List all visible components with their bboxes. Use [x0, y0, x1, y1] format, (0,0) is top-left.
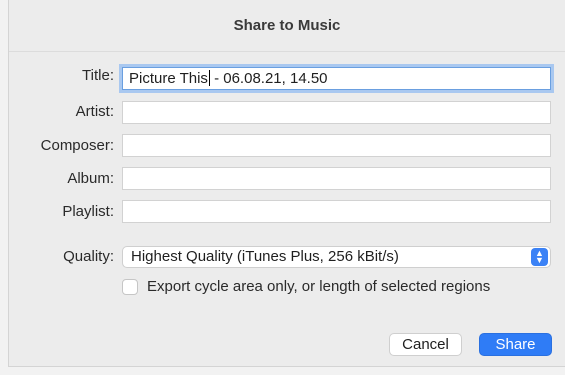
quality-label: Quality:: [63, 248, 114, 265]
export-cycle-checkbox[interactable]: [122, 279, 138, 295]
title-field-text-after: - 06.08.21, 14.50: [209, 70, 328, 87]
title-field-text-before: Picture This: [129, 70, 208, 87]
share-button[interactable]: Share: [479, 333, 552, 356]
playlist-label: Playlist:: [62, 203, 114, 220]
composer-label: Composer:: [40, 137, 114, 154]
title-field[interactable]: Picture This - 06.08.21, 14.50: [122, 67, 551, 90]
chevron-up-down-icon: ▲ ▼: [531, 248, 548, 266]
playlist-field[interactable]: [122, 200, 551, 223]
artist-label: Artist:: [75, 103, 114, 120]
title-label: Title:: [82, 67, 114, 84]
album-label: Album:: [67, 170, 114, 187]
artist-field[interactable]: [122, 101, 551, 124]
export-cycle-checkbox-label[interactable]: Export cycle area only, or length of sel…: [147, 278, 490, 295]
share-to-music-dialog: Share to Music Title: Picture This - 06.…: [8, 0, 565, 367]
album-field[interactable]: [122, 167, 551, 190]
quality-select[interactable]: Highest Quality (iTunes Plus, 256 kBit/s…: [122, 246, 551, 268]
cancel-button[interactable]: Cancel: [389, 333, 462, 356]
composer-field[interactable]: [122, 134, 551, 157]
quality-selected-value: Highest Quality (iTunes Plus, 256 kBit/s…: [131, 248, 399, 265]
dialog-title: Share to Music: [9, 0, 565, 52]
